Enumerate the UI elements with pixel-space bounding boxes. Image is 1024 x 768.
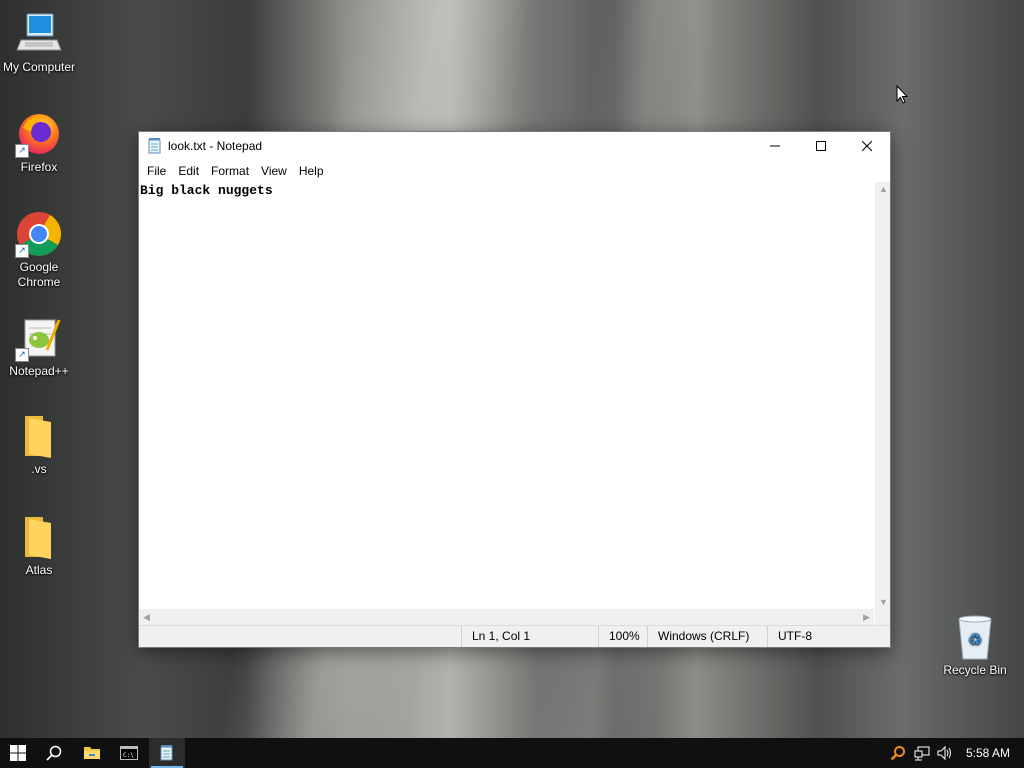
- desktop-icon-my-computer[interactable]: My Computer: [0, 10, 79, 75]
- horizontal-scrollbar[interactable]: ◀ ▶: [139, 609, 874, 626]
- command-prompt-button[interactable]: C:\: [111, 738, 147, 768]
- menu-file[interactable]: File: [141, 164, 172, 178]
- chrome-icon: ↗: [15, 210, 63, 258]
- notepad-app-icon: [148, 138, 161, 154]
- svg-text:C:\: C:\: [123, 752, 134, 759]
- file-explorer-button[interactable]: [74, 738, 110, 768]
- window-title: look.txt - Notepad: [168, 139, 263, 153]
- text-editor[interactable]: Big black nuggets: [139, 182, 874, 609]
- folder-icon: [84, 747, 100, 759]
- start-button[interactable]: [0, 738, 36, 768]
- scroll-right-icon[interactable]: ▶: [863, 612, 870, 623]
- mouse-cursor-icon: [896, 85, 908, 104]
- vertical-scrollbar[interactable]: ▲ ▼: [875, 182, 890, 609]
- status-position: Ln 1, Col 1: [461, 626, 530, 647]
- shortcut-arrow-icon: ↗: [15, 244, 29, 258]
- computer-icon: [15, 10, 63, 58]
- status-bar: Ln 1, Col 1 100% Windows (CRLF) UTF-8: [139, 625, 890, 647]
- desktop-icon-chrome[interactable]: ↗ Google Chrome: [0, 210, 79, 290]
- windows-logo-icon: [10, 745, 26, 761]
- notepadpp-icon: ↗: [15, 314, 63, 362]
- scroll-down-icon[interactable]: ▼: [879, 597, 888, 607]
- maximize-button[interactable]: [798, 132, 844, 160]
- desktop-icon-label: Firefox: [20, 160, 58, 174]
- tray-search-icon[interactable]: [888, 738, 908, 768]
- menu-bar: File Edit Format View Help: [139, 160, 890, 182]
- scroll-corner: [875, 609, 890, 626]
- shortcut-arrow-icon: ↗: [15, 348, 29, 362]
- terminal-icon: C:\: [120, 746, 138, 760]
- scroll-left-icon[interactable]: ◀: [143, 612, 150, 623]
- close-button[interactable]: [844, 132, 890, 160]
- menu-help[interactable]: Help: [293, 164, 330, 178]
- title-bar[interactable]: look.txt - Notepad: [139, 132, 890, 160]
- taskbar-clock[interactable]: 5:58 AM: [966, 738, 1010, 768]
- network-glyph-icon: [914, 746, 930, 761]
- notepad-window[interactable]: look.txt - Notepad File Edit Format View…: [138, 131, 891, 648]
- desktop-icon-notepadpp[interactable]: ↗ Notepad++: [0, 314, 79, 379]
- maximize-icon: [816, 141, 826, 151]
- desktop-icon-label: Notepad++: [9, 364, 69, 378]
- search-icon: [46, 745, 62, 761]
- minimize-icon: [770, 145, 780, 147]
- desktop-icon-atlas-folder[interactable]: Atlas: [0, 513, 79, 578]
- notepad-taskbar-button[interactable]: [149, 738, 185, 768]
- menu-view[interactable]: View: [255, 164, 293, 178]
- svg-text:♻: ♻: [968, 630, 982, 649]
- folder-icon: [15, 412, 63, 460]
- desktop-icon-label: Recycle Bin: [943, 663, 1007, 677]
- close-icon: [862, 141, 872, 151]
- desktop-icon-label: .vs: [31, 462, 47, 476]
- status-line-ending: Windows (CRLF): [647, 626, 749, 647]
- notepad-app-icon: [160, 745, 173, 761]
- desktop-icon-vs-folder[interactable]: .vs: [0, 412, 79, 477]
- speaker-icon: [937, 745, 951, 761]
- desktop-icon-recycle-bin[interactable]: ♻ Recycle Bin: [935, 613, 1015, 678]
- menu-format[interactable]: Format: [205, 164, 255, 178]
- status-encoding: UTF-8: [767, 626, 812, 647]
- folder-icon: [15, 513, 63, 561]
- minimize-button[interactable]: [752, 132, 798, 160]
- menu-edit[interactable]: Edit: [172, 164, 205, 178]
- magnifier-icon: [890, 746, 905, 761]
- desktop-icon-label: Atlas: [25, 563, 53, 577]
- status-zoom: 100%: [598, 626, 640, 647]
- shortcut-arrow-icon: ↗: [15, 144, 29, 158]
- recycle-bin-icon: ♻: [951, 613, 999, 661]
- desktop-icon-label: My Computer: [2, 60, 76, 74]
- volume-icon[interactable]: [935, 738, 955, 768]
- firefox-icon: ↗: [15, 110, 63, 158]
- desktop-icon-firefox[interactable]: ↗ Firefox: [0, 110, 79, 175]
- search-button[interactable]: [36, 738, 72, 768]
- network-icon[interactable]: [912, 738, 932, 768]
- desktop-icon-label: Google Chrome: [17, 260, 61, 289]
- taskbar: C:\ 5:58 AM: [0, 738, 1024, 768]
- scroll-up-icon[interactable]: ▲: [879, 184, 888, 194]
